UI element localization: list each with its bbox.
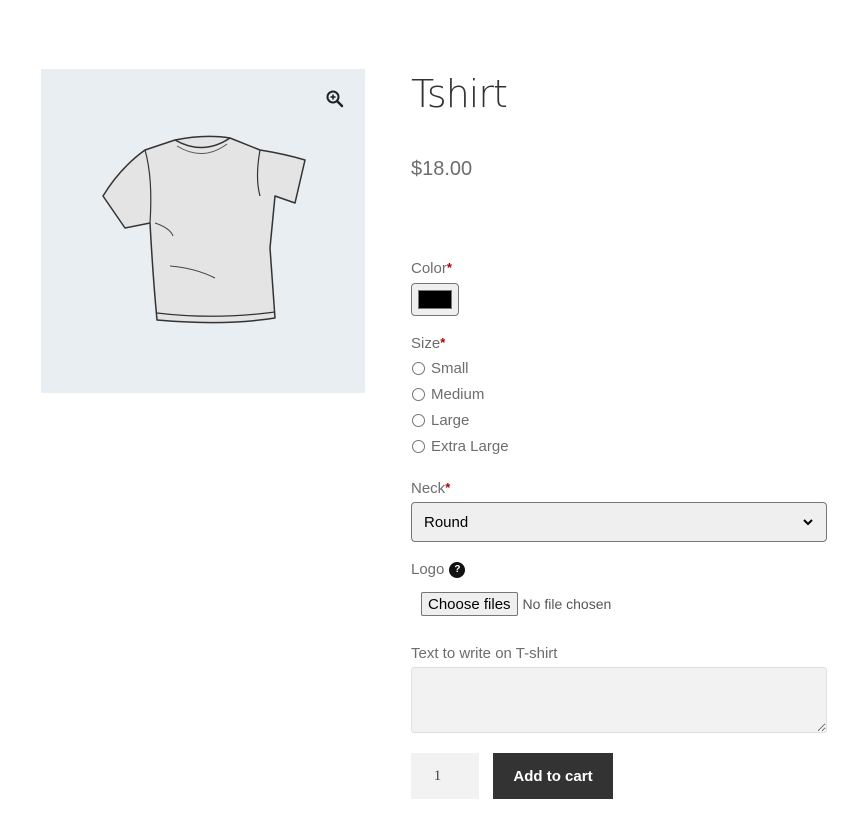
- tshirt-image: [102, 135, 306, 324]
- file-status: No file chosen: [522, 596, 612, 612]
- neck-label-text: Neck: [411, 480, 446, 497]
- neck-selected-value: Round: [424, 513, 469, 531]
- logo-label-text: Logo: [411, 561, 445, 578]
- size-option-label: Small: [431, 360, 469, 377]
- size-option-label: Extra Large: [431, 438, 509, 455]
- size-option-label: Medium: [431, 386, 485, 403]
- logo-label: Logo ?: [411, 561, 466, 578]
- size-option-small[interactable]: Small: [411, 360, 469, 377]
- required-mark: *: [446, 260, 452, 275]
- neck-label: Neck*: [411, 480, 450, 497]
- product-title: Tshirt: [411, 72, 508, 116]
- required-mark: *: [445, 480, 451, 495]
- size-label-text: Size: [411, 335, 441, 352]
- product-price: $18.00: [411, 158, 473, 180]
- neck-select[interactable]: Round: [411, 502, 827, 542]
- color-label-text: Color: [411, 260, 447, 277]
- color-swatch-fill: [418, 290, 452, 309]
- size-option-extra-large[interactable]: Extra Large: [411, 438, 509, 455]
- size-option-label: Large: [431, 412, 470, 429]
- zoom-in-icon: [326, 90, 344, 108]
- zoom-button[interactable]: [320, 84, 350, 114]
- radio-button[interactable]: [412, 362, 425, 375]
- tshirt-text-input[interactable]: [411, 667, 827, 733]
- chevron-down-icon: [803, 519, 813, 526]
- radio-button[interactable]: [412, 388, 425, 401]
- required-mark: *: [440, 335, 446, 350]
- add-to-cart-button[interactable]: Add to cart: [493, 753, 613, 799]
- size-option-medium[interactable]: Medium: [411, 386, 484, 403]
- text-label: Text to write on T-shirt: [411, 645, 558, 662]
- radio-button[interactable]: [412, 414, 425, 427]
- size-label: Size*: [411, 335, 445, 352]
- quantity-input[interactable]: [411, 753, 479, 799]
- radio-button[interactable]: [412, 440, 425, 453]
- logo-file-input[interactable]: Choose files No file chosen: [421, 592, 611, 616]
- size-option-large[interactable]: Large: [411, 412, 469, 429]
- color-picker[interactable]: [411, 283, 459, 316]
- choose-files-button[interactable]: Choose files: [421, 592, 518, 616]
- color-label: Color*: [411, 260, 452, 277]
- help-icon[interactable]: ?: [449, 561, 466, 578]
